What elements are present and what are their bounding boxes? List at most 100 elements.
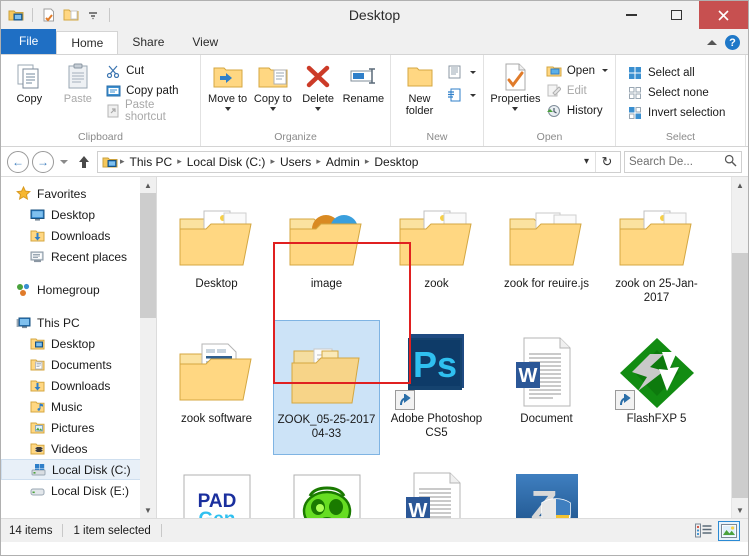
file-tile[interactable]: PAD Gen PADGen bbox=[163, 455, 270, 518]
crumb-local-disk-c[interactable]: Local Disk (C:) bbox=[184, 155, 269, 169]
forward-button[interactable]: → bbox=[32, 150, 54, 173]
refresh-icon[interactable]: ↻ bbox=[595, 151, 618, 172]
file-tile[interactable]: zook software bbox=[163, 320, 270, 455]
customize-dropdown-icon[interactable] bbox=[84, 6, 102, 24]
file-tile[interactable]: zook bbox=[383, 185, 490, 320]
file-tile[interactable]: W zarafa mails bbox=[383, 455, 490, 518]
help-button[interactable]: ? bbox=[725, 35, 740, 50]
sidebar-item-desktop[interactable]: Desktop bbox=[1, 333, 156, 354]
nav-scroll-track[interactable] bbox=[140, 193, 156, 502]
properties-dropdown-icon[interactable] bbox=[512, 107, 519, 111]
file-tile[interactable]: FlashFXP 5 bbox=[603, 320, 710, 455]
select-all-button[interactable]: Select all bbox=[624, 63, 728, 82]
minimize-button[interactable] bbox=[609, 1, 654, 29]
sidebar-item-videos[interactable]: Videos bbox=[1, 438, 156, 459]
tab-share[interactable]: Share bbox=[118, 31, 178, 54]
scroll-up-icon[interactable]: ▲ bbox=[732, 177, 748, 193]
easy-access-button[interactable] bbox=[444, 85, 479, 105]
paste-button[interactable]: Paste bbox=[54, 58, 103, 105]
maximize-button[interactable] bbox=[654, 1, 699, 29]
easy-access-dropdown-icon[interactable] bbox=[469, 93, 476, 97]
folder-files-thumb bbox=[279, 325, 375, 411]
sidebar-header-favorites[interactable]: Favorites bbox=[1, 183, 156, 204]
nav-scroll-thumb[interactable] bbox=[140, 193, 156, 318]
edit-button[interactable]: Edit bbox=[543, 81, 611, 100]
back-button[interactable]: ← bbox=[7, 150, 29, 173]
invert-selection-button[interactable]: Invert selection bbox=[624, 103, 728, 122]
file-tile[interactable]: zook on 25-Jan-2017 bbox=[603, 185, 710, 320]
easy-access-icon bbox=[447, 87, 463, 103]
new-folder-button[interactable]: New folder bbox=[396, 58, 444, 117]
sidebar-item-recent-places[interactable]: Recent places bbox=[1, 246, 156, 267]
sidebar-header-homegroup[interactable]: Homegroup bbox=[1, 279, 156, 300]
sidebar-header-this-pc[interactable]: This PC bbox=[1, 312, 156, 333]
crumb-this-pc[interactable]: This PC bbox=[127, 155, 176, 169]
copy-path-button[interactable]: Copy path bbox=[102, 81, 196, 100]
sidebar-item-pictures[interactable]: Pictures bbox=[1, 417, 156, 438]
file-scroll-thumb[interactable] bbox=[732, 253, 748, 498]
up-button[interactable] bbox=[74, 151, 94, 173]
large-icons-view-button[interactable] bbox=[718, 520, 740, 541]
sidebar-item-documents[interactable]: Documents bbox=[1, 354, 156, 375]
file-tile-selected[interactable]: ZOOK_05-25-2017 04-33 bbox=[273, 320, 380, 455]
file-tile[interactable]: zook for reuire.js bbox=[493, 185, 600, 320]
breadcrumb[interactable]: ▸ This PC ▸ Local Disk (C:) ▸ Users ▸ Ad… bbox=[97, 150, 621, 173]
sidebar-item-downloads-fav[interactable]: Downloads bbox=[1, 225, 156, 246]
paste-shortcut-label: Paste shortcut bbox=[124, 98, 166, 123]
recent-locations-button[interactable] bbox=[57, 151, 71, 173]
scroll-down-icon[interactable]: ▼ bbox=[732, 502, 748, 518]
new-folder-icon[interactable] bbox=[62, 6, 80, 24]
move-to-button[interactable]: Move to bbox=[205, 58, 250, 111]
search-input[interactable]: Search De... bbox=[624, 150, 742, 173]
chevron-up-icon[interactable] bbox=[707, 40, 717, 45]
new-folder-properties-icon[interactable] bbox=[40, 6, 58, 24]
delete-button[interactable]: Delete bbox=[296, 58, 341, 111]
properties-button[interactable]: Properties bbox=[488, 58, 543, 111]
file-tile[interactable]: Xenu bbox=[273, 455, 380, 518]
move-to-dropdown-icon[interactable] bbox=[224, 107, 231, 111]
copy-to-dropdown-icon[interactable] bbox=[269, 107, 276, 111]
history-button[interactable]: History bbox=[543, 101, 611, 120]
details-view-button[interactable] bbox=[692, 521, 714, 541]
crumb-users[interactable]: Users bbox=[277, 155, 314, 169]
new-item-dropdown-icon[interactable] bbox=[469, 70, 476, 74]
file-tile[interactable]: Ps Adobe Photoshop CS5 bbox=[383, 320, 490, 455]
file-scroll-track[interactable] bbox=[732, 193, 748, 502]
navigation-scrollbar[interactable]: ▲ ▼ bbox=[140, 177, 156, 518]
copy-button[interactable]: Copy bbox=[5, 58, 54, 105]
sidebar-item-local-disk-c[interactable]: Local Disk (C:) bbox=[1, 459, 152, 480]
file-list-scrollbar[interactable]: ▲ ▼ bbox=[731, 177, 748, 518]
open-button[interactable]: Open bbox=[543, 61, 611, 80]
select-none-label: Select none bbox=[648, 86, 709, 99]
crumb-admin[interactable]: Admin bbox=[323, 155, 363, 169]
folder-pictures-thumb bbox=[389, 189, 485, 275]
tab-file[interactable]: File bbox=[1, 29, 57, 54]
file-tile[interactable]: Desktop bbox=[163, 185, 270, 320]
new-item-button[interactable] bbox=[444, 62, 479, 82]
file-tile[interactable]: image bbox=[273, 185, 380, 320]
explorer-icon[interactable] bbox=[7, 6, 25, 24]
rename-button[interactable]: Rename bbox=[341, 58, 386, 105]
paste-shortcut-button[interactable]: Paste shortcut bbox=[102, 98, 196, 123]
select-none-button[interactable]: Select none bbox=[624, 83, 728, 102]
delete-dropdown-icon[interactable] bbox=[315, 107, 322, 111]
this-pc-icon bbox=[102, 157, 118, 167]
scroll-up-icon[interactable]: ▲ bbox=[140, 177, 156, 193]
history-label: History bbox=[566, 104, 603, 117]
tab-view[interactable]: View bbox=[178, 31, 232, 54]
tab-home[interactable]: Home bbox=[56, 31, 119, 54]
close-button[interactable] bbox=[699, 1, 748, 29]
cut-button[interactable]: Cut bbox=[102, 61, 196, 80]
file-tile[interactable]: Z ZOOK OST to EML Converter bbox=[493, 455, 600, 518]
open-dropdown-icon[interactable] bbox=[602, 69, 608, 72]
sidebar-item-downloads[interactable]: Downloads bbox=[1, 375, 156, 396]
chevron-down-icon[interactable]: ▾ bbox=[578, 156, 595, 167]
copy-to-button[interactable]: Copy to bbox=[250, 58, 295, 111]
file-list-pane[interactable]: Desktop image zook zook for reuire.js zo… bbox=[157, 177, 748, 518]
sidebar-item-local-disk-e[interactable]: Local Disk (E:) bbox=[1, 480, 156, 501]
file-tile[interactable]: W Document bbox=[493, 320, 600, 455]
sidebar-item-desktop-fav[interactable]: Desktop bbox=[1, 204, 156, 225]
crumb-desktop[interactable]: Desktop bbox=[371, 155, 421, 169]
scroll-down-icon[interactable]: ▼ bbox=[140, 502, 156, 518]
sidebar-item-music[interactable]: Music bbox=[1, 396, 156, 417]
